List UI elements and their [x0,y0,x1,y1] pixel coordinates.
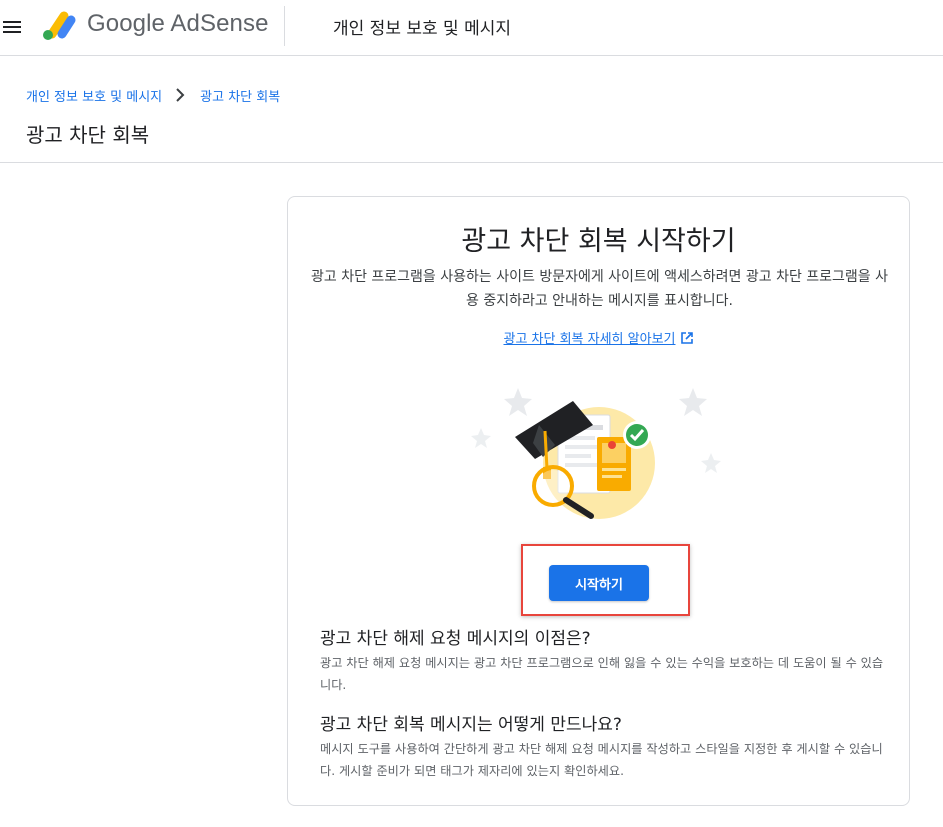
faq-answer-benefits: 광고 차단 해제 요청 메시지는 광고 차단 프로그램으로 인해 잃을 수 있는… [320,656,884,692]
hamburger-menu-icon[interactable] [0,15,24,39]
page-title: 광고 차단 회복 [26,123,150,147]
learn-more-label[interactable]: 광고 차단 회복 자세히 알아보기 [503,332,675,347]
brand-name[interactable]: Google AdSense [87,10,269,38]
breadcrumb-current-link[interactable]: 광고 차단 회복 [200,86,280,105]
top-app-bar: Google AdSense 개인 정보 보호 및 메시지 [0,0,943,56]
ad-block-recovery-card: 광고 차단 회복 시작하기 광고 차단 프로그램을 사용하는 사이트 방문자에게… [287,196,910,806]
adsense-logo-icon[interactable] [40,8,78,42]
faq-question-how-to: 광고 차단 회복 메시지는 어떻게 만드나요? [320,715,622,735]
section-title: 개인 정보 보호 및 메시지 [333,19,512,39]
open-in-new-icon[interactable] [680,331,694,345]
faq-answer-how-to: 메시지 도구를 사용하여 간단하게 광고 차단 해제 요청 메시지를 작성하고 … [320,742,883,778]
faq-question-benefits: 광고 차단 해제 요청 메시지의 이점은? [320,629,591,649]
page-header: 개인 정보 보호 및 메시지 광고 차단 회복 광고 차단 회복 [0,57,943,163]
card-description: 광고 차단 프로그램을 사용하는 사이트 방문자에게 사이트에 액세스하려면 광… [310,269,889,309]
chevron-right-icon [168,85,192,105]
card-title: 광고 차단 회복 시작하기 [461,226,736,257]
topbar-divider [284,6,285,46]
ad-block-recovery-illustration [463,373,733,533]
breadcrumb: 개인 정보 보호 및 메시지 광고 차단 회복 [26,85,280,105]
breadcrumb-parent-link[interactable]: 개인 정보 보호 및 메시지 [26,86,162,105]
get-started-button[interactable]: 시작하기 [549,565,649,601]
learn-more-link[interactable]: 광고 차단 회복 자세히 알아보기 [288,328,909,347]
